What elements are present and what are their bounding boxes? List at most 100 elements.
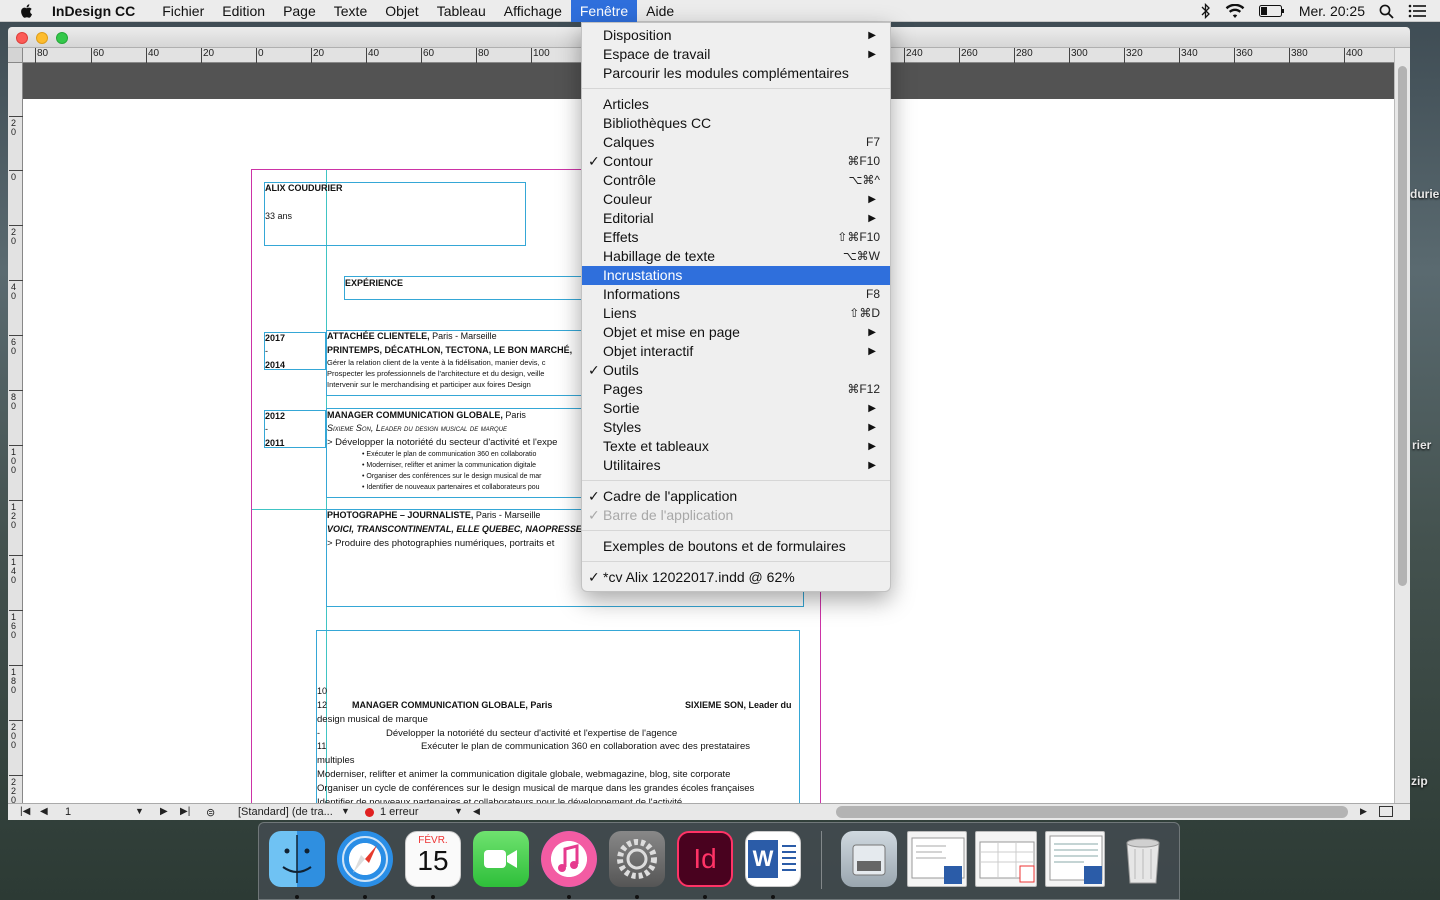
menu-fichier[interactable]: Fichier <box>153 0 213 22</box>
desktop-file-label[interactable]: rier <box>1412 438 1431 452</box>
desktop-file-label[interactable]: durier <box>1410 187 1440 201</box>
menu-item-sortie[interactable]: Sortie ▶ <box>582 399 890 418</box>
menu-item-parcourir-les-modules-complementaires[interactable]: Parcourir les modules complémentaires <box>582 64 890 83</box>
scroll-left-button[interactable]: ◀ <box>473 806 480 817</box>
menu-texte[interactable]: Texte <box>325 0 376 22</box>
ruler-tick: 360 <box>1234 48 1253 63</box>
menu-item-habillage-de-texte[interactable]: Habillage de texte ⌥⌘W <box>582 247 890 266</box>
candidate-age: 33 ans <box>265 211 293 221</box>
first-page-button[interactable]: |◀ <box>20 806 30 817</box>
menu-item-contour[interactable]: ✓ Contour ⌘F10 <box>582 152 890 171</box>
preflight-errors[interactable]: 1 erreur <box>380 806 419 818</box>
menu-item-styles[interactable]: Styles ▶ <box>582 418 890 437</box>
previous-page-button[interactable]: ◀ <box>40 806 48 817</box>
desktop-file-label[interactable]: zip <box>1411 774 1428 788</box>
job2-bullet: • Organiser des conférences sur le desig… <box>362 473 542 480</box>
menu-aide[interactable]: Aide <box>637 0 683 22</box>
scroll-right-button[interactable]: ▶ <box>1360 806 1367 817</box>
menu-item-calques[interactable]: Calques F7 <box>582 133 890 152</box>
style-dropdown-chevron-icon[interactable]: ▼ <box>341 806 350 816</box>
word-app-icon[interactable]: W <box>745 831 801 887</box>
menu-item-articles[interactable]: Articles <box>582 95 890 114</box>
menu-item-couleur[interactable]: Couleur ▶ <box>582 190 890 209</box>
menu-item-editorial[interactable]: Editorial ▶ <box>582 209 890 228</box>
ruler-tick: 120 <box>9 500 24 530</box>
system-preferences-app-icon[interactable] <box>609 831 665 887</box>
menu-objet[interactable]: Objet <box>376 0 427 22</box>
document-thumbnail-icon[interactable] <box>907 831 967 887</box>
style-dropdown[interactable]: [Standard] (de tra... <box>238 806 333 818</box>
last-page-button[interactable]: ▶| <box>180 806 190 817</box>
job1-year-start: 2017 <box>265 333 286 343</box>
spotlight-search-icon[interactable] <box>1379 4 1394 19</box>
overflow-line: 11 <box>317 741 327 751</box>
errors-dropdown-chevron-icon[interactable]: ▼ <box>454 806 463 816</box>
overflow-line: design musical de marque <box>317 714 428 725</box>
wifi-icon[interactable] <box>1225 3 1245 19</box>
app-name-menu[interactable]: InDesign CC <box>52 3 135 19</box>
menu-item-informations[interactable]: Informations F8 <box>582 285 890 304</box>
menu-item-disposition[interactable]: Disposition ▶ <box>582 26 890 45</box>
safari-app-icon[interactable] <box>337 831 393 887</box>
downloads-folder-icon[interactable] <box>841 831 897 887</box>
preflight-icon[interactable]: ⊜ <box>206 806 215 819</box>
menu-item-liens[interactable]: Liens ⇧⌘D <box>582 304 890 323</box>
trash-icon[interactable] <box>1115 831 1171 887</box>
next-page-button[interactable]: ▶ <box>160 806 168 817</box>
vertical-scrollbar[interactable] <box>1394 48 1410 803</box>
job1-line: Prospecter les professionnels de l'archi… <box>327 369 545 378</box>
ruler-tick: 160 <box>9 610 24 640</box>
menu-item-objet-et-mise-en-page[interactable]: Objet et mise en page ▶ <box>582 323 890 342</box>
menu-edition[interactable]: Edition <box>213 0 274 22</box>
menu-item-controle[interactable]: Contrôle ⌥⌘^ <box>582 171 890 190</box>
itunes-app-icon[interactable] <box>541 831 597 887</box>
split-view-icon[interactable] <box>1379 806 1393 817</box>
vertical-ruler[interactable]: 20 0 20 40 60 80 100 120 140 160 180 200… <box>8 63 24 805</box>
minimize-window-button[interactable] <box>36 32 48 44</box>
menu-item-label: Pages <box>603 381 643 397</box>
menu-item-exemples-de-boutons-et-de-formulaires[interactable]: Exemples de boutons et de formulaires <box>582 537 890 556</box>
menu-item-label: Exemples de boutons et de formulaires <box>603 538 846 554</box>
menu-item-cadre-de-l-application[interactable]: ✓ Cadre de l'application <box>582 487 890 506</box>
menu-item-effets[interactable]: Effets ⇧⌘F10 <box>582 228 890 247</box>
notification-center-icon[interactable] <box>1408 4 1426 18</box>
experience-heading: EXPÉRIENCE <box>345 278 404 288</box>
page-dropdown-chevron-icon[interactable]: ▼ <box>135 806 144 816</box>
menu-affichage[interactable]: Affichage <box>495 0 571 22</box>
ruler-origin[interactable] <box>8 48 23 63</box>
bluetooth-icon[interactable] <box>1201 3 1211 19</box>
facetime-app-icon[interactable] <box>473 831 529 887</box>
menu-item-utilitaires[interactable]: Utilitaires ▶ <box>582 456 890 475</box>
submenu-arrow-icon: ▶ <box>868 460 876 471</box>
finder-app-icon[interactable] <box>269 831 325 887</box>
menu-item-bibliotheques-cc[interactable]: Bibliothèques CC <box>582 114 890 133</box>
close-window-button[interactable] <box>16 32 28 44</box>
ruler-tick: 60 <box>9 335 24 356</box>
menu-item-outils[interactable]: ✓ Outils <box>582 361 890 380</box>
calendar-app-icon[interactable]: FÉVR. 15 <box>405 831 461 887</box>
battery-icon[interactable] <box>1258 5 1285 17</box>
document-thumbnail-icon[interactable] <box>1045 831 1105 887</box>
scroll-thumb[interactable] <box>1398 66 1407 586</box>
indesign-app-icon[interactable]: Id <box>677 831 733 887</box>
menu-fenetre[interactable]: Fenêtre <box>570 0 638 22</box>
menu-item-shortcut: ⌘F10 <box>847 154 880 168</box>
job2-bullet: • Identifier de nouveaux partenaires et … <box>362 484 540 491</box>
menu-item-incrustations[interactable]: Incrustations <box>582 266 890 285</box>
menu-item-cv-alix-12022017-indd-62[interactable]: ✓ *cv Alix 12022017.indd @ 62% <box>582 568 890 587</box>
menu-item-texte-et-tableaux[interactable]: Texte et tableaux ▶ <box>582 437 890 456</box>
document-thumbnail-icon[interactable] <box>975 831 1037 887</box>
menu-tableau[interactable]: Tableau <box>428 0 495 22</box>
menu-item-espace-de-travail[interactable]: Espace de travail ▶ <box>582 45 890 64</box>
menu-item-label: Calques <box>603 134 655 150</box>
menu-page[interactable]: Page <box>274 0 325 22</box>
clock[interactable]: Mer. 20:25 <box>1299 3 1365 19</box>
horizontal-scroll-thumb[interactable] <box>836 806 1348 818</box>
menu-item-pages[interactable]: Pages ⌘F12 <box>582 380 890 399</box>
menu-item-objet-interactif[interactable]: Objet interactif ▶ <box>582 342 890 361</box>
zoom-window-button[interactable] <box>56 32 68 44</box>
page-number-field[interactable]: 1 <box>65 806 71 818</box>
doc-preview-icon <box>911 837 965 884</box>
ruler-tick: 40 <box>145 48 160 63</box>
apple-icon[interactable] <box>18 2 36 20</box>
